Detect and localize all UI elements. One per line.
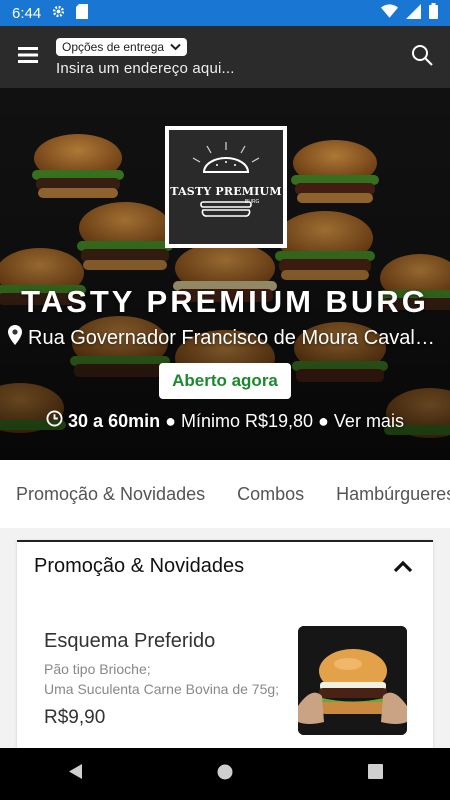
category-tabs: Promoção & Novidades Combos Hambúrgueres [0, 460, 450, 528]
logo-subtext: BURG [245, 199, 260, 205]
clock-icon [46, 410, 63, 432]
store-hero: TASTY PREMIUM BURG TASTY PREMIUM BURG Ru… [0, 88, 450, 460]
menu-item[interactable]: Esquema Preferido Pão tipo Brioche; Uma … [17, 626, 433, 746]
section-header[interactable]: Promoção & Novidades [17, 542, 433, 590]
minimum-order: Mínimo R$19,80 [180, 410, 314, 431]
chevron-up-icon [393, 560, 413, 572]
signal-icon [406, 3, 421, 23]
location-pin-icon [8, 325, 22, 351]
address-input[interactable]: Insira um endereço aqui... [56, 60, 394, 77]
status-bar: 6:44 [0, 0, 450, 26]
status-time: 6:44 [12, 4, 42, 22]
store-address-text: Rua Governador Francisco de Moura Cavalc… [28, 326, 444, 349]
home-button[interactable] [217, 764, 233, 785]
recents-button[interactable] [367, 764, 383, 784]
see-more-link[interactable]: Ver mais [334, 411, 404, 432]
settings-icon [51, 4, 66, 23]
wifi-icon [381, 4, 398, 22]
delivery-options-label: Opções de entrega [62, 39, 165, 54]
menu-item-description: Pão tipo Brioche; Uma Suculenta Carne Bo… [44, 659, 289, 699]
sd-card-icon [76, 3, 89, 23]
delivery-time: 30 a 60min [68, 410, 161, 431]
store-name: TASTY PREMIUM BURG [21, 284, 429, 319]
menu-item-image [298, 626, 407, 735]
tab-promocao-novidades[interactable]: Promoção & Novidades [0, 484, 221, 505]
tab-combos[interactable]: Combos [221, 484, 320, 505]
recents-square-icon [367, 764, 383, 779]
delivery-options-select[interactable]: Opções de entrega [56, 37, 188, 56]
back-button[interactable] [67, 763, 83, 785]
menu-item-name: Esquema Preferido [44, 630, 216, 652]
tab-hamburgueres[interactable]: Hambúrgueres [320, 484, 450, 505]
menu-item-desc-line: Pão tipo Brioche; [44, 661, 151, 677]
menu-item-price: R$9,90 [44, 707, 106, 728]
address-area: Opções de entrega Insira um endereço aqu… [56, 37, 394, 77]
hamburger-menu-icon [18, 46, 38, 68]
menu-section: Promoção & Novidades Esquema Preferido P… [17, 540, 433, 760]
system-nav-bar [0, 748, 450, 800]
store-info-line: 30 a 60min ● Mínimo R$19,80 ● Ver mais [0, 410, 450, 432]
menu-item-desc-line: Uma Suculenta Carne Bovina de 75g; [44, 681, 280, 697]
store-address: Rua Governador Francisco de Moura Cavalc… [8, 325, 444, 351]
section-title: Promoção & Novidades [34, 554, 245, 577]
open-status-badge: Aberto agora [159, 363, 291, 399]
search-button[interactable] [394, 26, 450, 88]
battery-icon [429, 3, 438, 23]
logo-text: TASTY PREMIUM [170, 185, 282, 198]
collapse-button[interactable] [389, 552, 417, 580]
chevron-down-icon [170, 40, 181, 54]
back-triangle-icon [69, 764, 83, 779]
search-icon [411, 44, 433, 71]
menu-button[interactable] [0, 26, 56, 88]
app-bar: Opções de entrega Insira um endereço aqu… [0, 26, 450, 88]
home-circle-icon [217, 764, 233, 779]
